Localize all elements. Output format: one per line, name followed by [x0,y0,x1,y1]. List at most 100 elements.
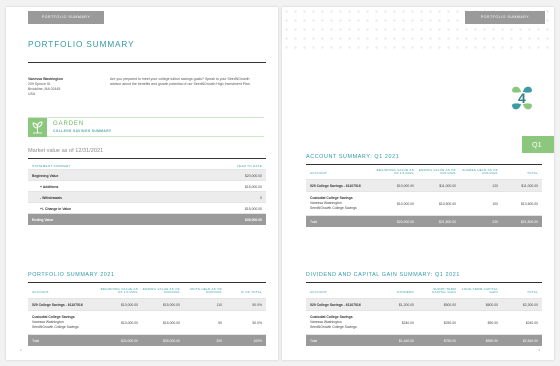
page-tab: PORTFOLIO SUMMARY [465,11,545,24]
header-cell: ACCOUNT [310,290,327,294]
market-value-label: Market value as of 12/31/2021 [28,148,104,154]
left-page: PORTFOLIO SUMMARY PORTFOLIO SUMMARY Vane… [6,7,278,360]
plant-icon [28,118,47,137]
beginning-value: $10,000.00 [121,303,138,307]
seedngrowth-logo-icon: 4 [510,83,534,113]
table-row: 529 College Savings - 61107516 $10,000.0… [28,299,266,311]
units-held: 110 [216,303,222,307]
header-cell: ENDING VALUE AS OF 3/31/2021 [418,168,456,176]
row-value: $35,000.00 [245,217,262,222]
beginning-value: $20,000.00 [121,338,138,343]
account-owner: Vanessa Washington [32,320,64,324]
header-cell: SHORT-TERM CAPITAL GAIN [432,287,456,295]
page-number: 3 [538,348,540,352]
beginning-value: $20,000.00 [397,219,414,224]
dividend-value: $240.00 [401,321,414,325]
table-header: ACCOUNT BEGINNING VALUE AS OF 1/1/2021 E… [28,285,266,299]
page-tab: PORTFOLIO SUMMARY [28,11,104,24]
table-row: + Additions $15,000.00 [28,181,266,192]
row-total: $11,000.00 [521,184,538,188]
long-term-gain: $590.00 [485,338,498,343]
account-owner: Vanessa Washington [310,201,342,205]
beginning-value: $10,000.00 [121,321,138,325]
logo-mark: 4 [518,90,526,106]
table-header: ACCOUNT DIVIDEND SHORT-TERM CAPITAL GAIN… [306,285,542,299]
table-total-row: Total $1,440.00 $750.00 $590.00 $2,540.0… [306,335,542,346]
section-rule [306,282,542,283]
client-name: Vanessa Washington [28,77,63,81]
account-owner: Vanessa Washington [310,320,342,324]
row-value: $15,000.00 [245,184,262,189]
account-name: Custodial College Savings [310,196,353,200]
table-row: 529 College Savings - 61107516 $1,200.00… [306,299,542,311]
dividend-table: ACCOUNT DIVIDEND SHORT-TERM CAPITAL GAIN… [306,285,542,346]
header-cell: LONG-TERM CAPITAL GAIN [461,287,498,295]
page-number: 2 [20,348,22,352]
account-plan: SeedNGrowth College Savings [310,325,357,329]
long-term-gain: $90.00 [487,321,498,325]
ending-value: $21,500.00 [439,219,456,224]
row-total: $10,500.00 [521,202,538,206]
short-term-gain: $500.00 [443,303,456,307]
percent-total: 50.0% [252,303,262,307]
dividend-value: $1,440.00 [398,338,414,343]
table-header: STATEMENT SUMMARY YEAR TO DATE [28,161,266,170]
row-label: Beginning Value [32,173,59,178]
percent-total: 100% [253,338,262,343]
section-title: PORTFOLIO SUMMARY 2021 [28,272,115,278]
garden-banner: GARDEN COLLEGE SAVINGS SUMMARY [28,117,264,137]
header-cell: DIVIDEND [397,290,414,294]
units-held: 200 [216,338,222,343]
header-cell: SHARES HELD AS OF 3/31/2021 [462,168,498,176]
ending-value: $11,000.00 [439,184,456,188]
section-rule [28,282,266,283]
shares-held: 100 [492,202,498,206]
ending-value: $15,000.00 [163,321,180,325]
header-cell: UNITS HELD AS OF 9/30/2021 [189,287,222,295]
section-title: ACCOUNT SUMMARY: Q1 2021 [306,154,400,160]
banner-subtitle: COLLEGE SAVINGS SUMMARY [53,129,112,133]
title-rule [28,62,266,63]
header-cell: YEAR TO DATE [236,164,262,168]
table-total-row: Total $20,000.00 $21,500.00 220 $21,500.… [306,216,542,227]
right-page: PORTFOLIO SUMMARY 4 Q1 ACCOUNT SUMMARY: … [282,7,554,360]
row-label: Ending Value [32,217,54,222]
ending-value: $15,000.00 [163,303,180,307]
table-row: Custodial College Savings Vanessa Washin… [306,192,542,216]
dividend-value: $1,200.00 [398,303,414,307]
short-term-gain: $750.00 [443,338,456,343]
account-plan: SeedNGrowth College Savings [32,325,79,329]
section-title: DIVIDEND AND CAPITAL GAIN SUMMARY: Q1 20… [306,272,460,278]
header-cell: ACCOUNT [32,290,49,294]
row-total: $2,540.00 [522,338,538,343]
header-cell: BEGINNING VALUE AS OF 1/1/2021 [376,168,414,176]
account-name: Total [310,338,318,343]
account-name: Total [32,338,40,343]
row-label: - Withdrawals [40,195,63,200]
header-cell: ACCOUNT [310,171,327,175]
quarter-badge: Q1 [522,136,554,153]
header-cell: STATEMENT SUMMARY [32,164,71,168]
account-plan: SeedNGrowth College Savings [310,206,357,210]
section-rule [306,164,542,165]
table-row: Custodial College Savings Vanessa Washin… [306,311,542,335]
header-cell: TOTAL [527,290,538,294]
beginning-value: $10,000.00 [397,184,414,188]
account-name: Custodial College Savings [310,315,353,319]
client-address: Vanessa Washington 209 Spruce St. Brookl… [28,77,63,97]
account-name: 529 College Savings - 61107516 [32,303,83,307]
table-total-row: Total $20,000.00 $35,000.00 200 100% [28,335,266,346]
header-cell: TOTAL [527,171,538,175]
short-term-gain: $250.00 [443,321,456,325]
shares-held: 120 [492,184,498,188]
row-total: $240.00 [525,321,538,325]
account-name: Custodial College Savings [32,315,75,319]
account-name: 529 College Savings - 61107516 [310,303,361,307]
account-summary-table: ACCOUNT BEGINNING VALUE AS OF 1/1/2021 E… [306,166,542,227]
units-held: 90 [218,321,222,325]
table-total-row: Ending Value $35,000.00 [28,214,266,225]
row-value: $15,000.00 [245,206,262,211]
row-value: 0 [260,195,262,200]
page-title: PORTFOLIO SUMMARY [28,40,135,49]
statement-table: STATEMENT SUMMARY YEAR TO DATE Beginning… [28,161,266,225]
